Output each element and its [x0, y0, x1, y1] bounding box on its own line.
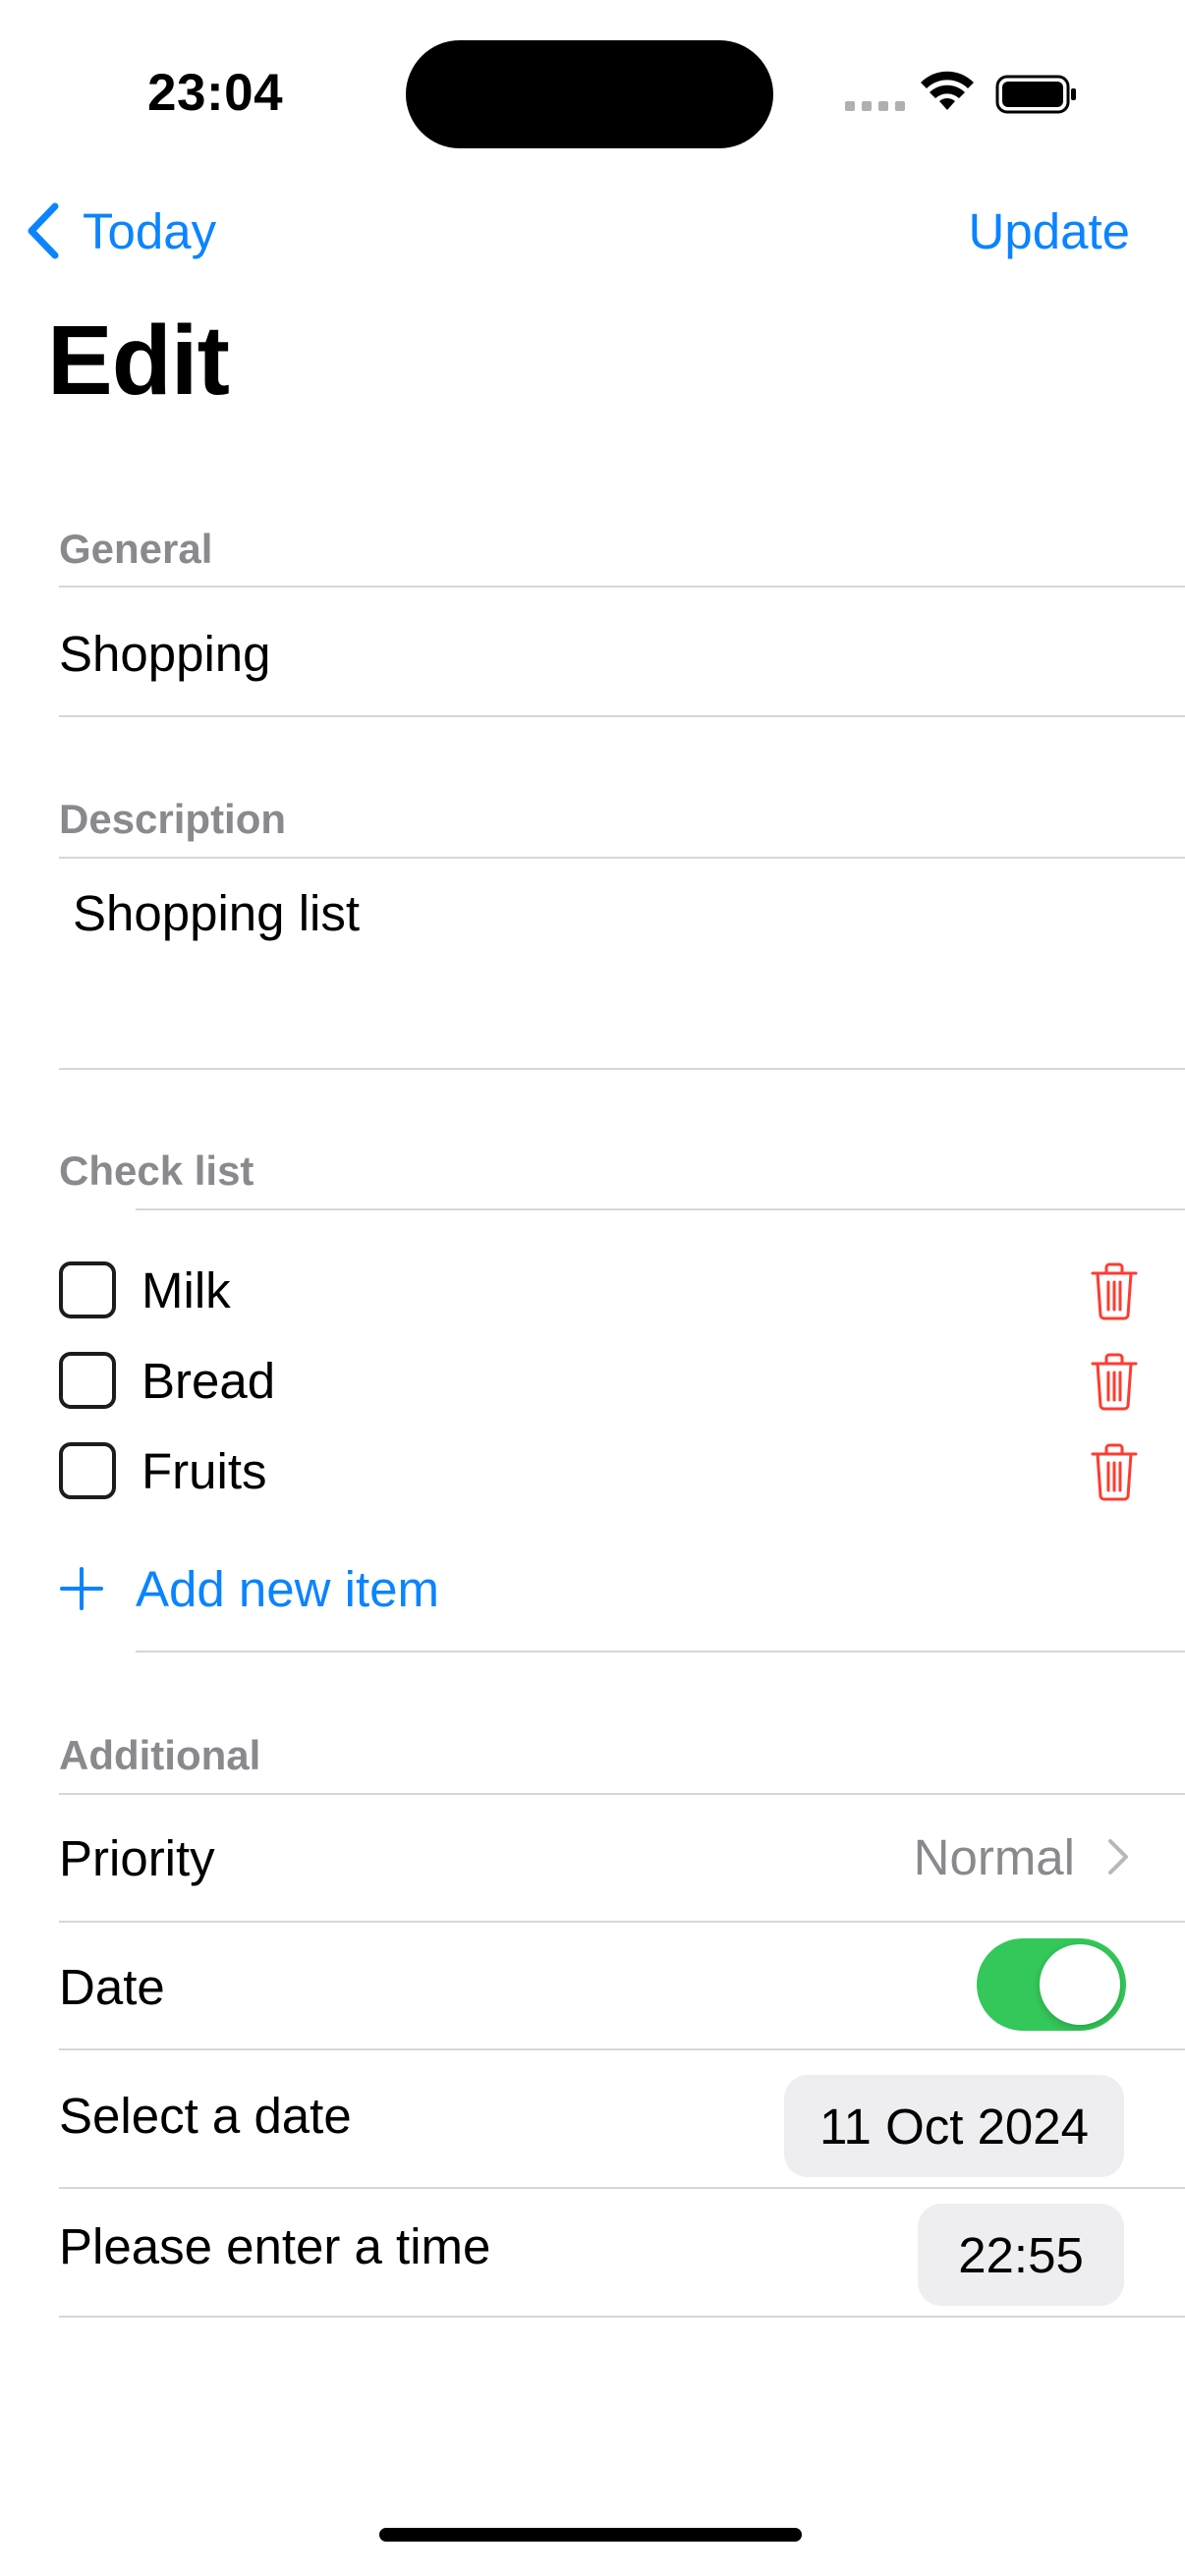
checklist-item: Bread [59, 1346, 1140, 1415]
checkbox[interactable] [59, 1352, 116, 1409]
back-button-label: Today [83, 202, 217, 259]
checklist-item: Milk [59, 1256, 1140, 1324]
title-input[interactable]: Shopping [59, 609, 1140, 698]
divider [59, 586, 1185, 588]
section-header-additional: Additional [59, 1732, 261, 1778]
divider [136, 1208, 1185, 1210]
divider [59, 1793, 1185, 1795]
checklist-item-label: Milk [141, 1261, 231, 1318]
divider [59, 1068, 1185, 1070]
home-indicator[interactable] [379, 2528, 802, 2542]
page-title: Edit [47, 306, 230, 416]
screen: 23:04 Today Update Edit General Shopping… [0, 0, 1185, 2576]
add-new-item-button[interactable]: Add new item [59, 1554, 439, 1623]
update-button[interactable]: Update [969, 196, 1130, 265]
description-textarea[interactable]: Shopping list [73, 884, 1154, 942]
plus-icon [60, 1567, 103, 1610]
chevron-left-icon [28, 202, 59, 259]
date-toggle[interactable] [977, 1938, 1126, 2031]
toggle-knob [1040, 1944, 1120, 2025]
date-label: Date [59, 1959, 165, 2015]
section-header-checklist: Check list [59, 1148, 254, 1194]
checklist-item: Fruits [59, 1436, 1140, 1505]
date-picker-button[interactable]: 11 Oct 2024 [784, 2075, 1124, 2177]
trash-icon[interactable] [1089, 1442, 1140, 1501]
divider [59, 2048, 1185, 2050]
status-time: 23:04 [147, 64, 284, 122]
battery-icon [995, 75, 1076, 114]
select-date-label: Select a date [59, 2088, 352, 2144]
divider [136, 1651, 1185, 1652]
divider [59, 2316, 1185, 2318]
checklist-item-label: Fruits [141, 1442, 267, 1499]
time-picker-button[interactable]: 22:55 [918, 2204, 1124, 2306]
section-header-description: Description [59, 796, 287, 842]
divider [59, 715, 1185, 717]
trash-icon[interactable] [1089, 1352, 1140, 1411]
add-new-item-label: Add new item [136, 1560, 439, 1617]
trash-icon[interactable] [1089, 1261, 1140, 1320]
checkbox[interactable] [59, 1442, 116, 1499]
divider [59, 857, 1185, 859]
priority-label: Priority [59, 1830, 215, 1886]
cellular-signal-icon [845, 101, 905, 111]
dynamic-island [406, 40, 773, 148]
section-header-general: General [59, 526, 213, 572]
divider [59, 1921, 1185, 1923]
divider [59, 2187, 1185, 2189]
priority-value: Normal [913, 1828, 1075, 1885]
priority-picker[interactable]: Normal [914, 1822, 1130, 1891]
time-label: Please enter a time [59, 2218, 491, 2274]
back-button[interactable]: Today [24, 196, 216, 265]
wifi-icon [921, 71, 974, 110]
chevron-right-icon [1108, 1839, 1128, 1875]
checkbox[interactable] [59, 1261, 116, 1318]
checklist-item-label: Bread [141, 1352, 276, 1409]
